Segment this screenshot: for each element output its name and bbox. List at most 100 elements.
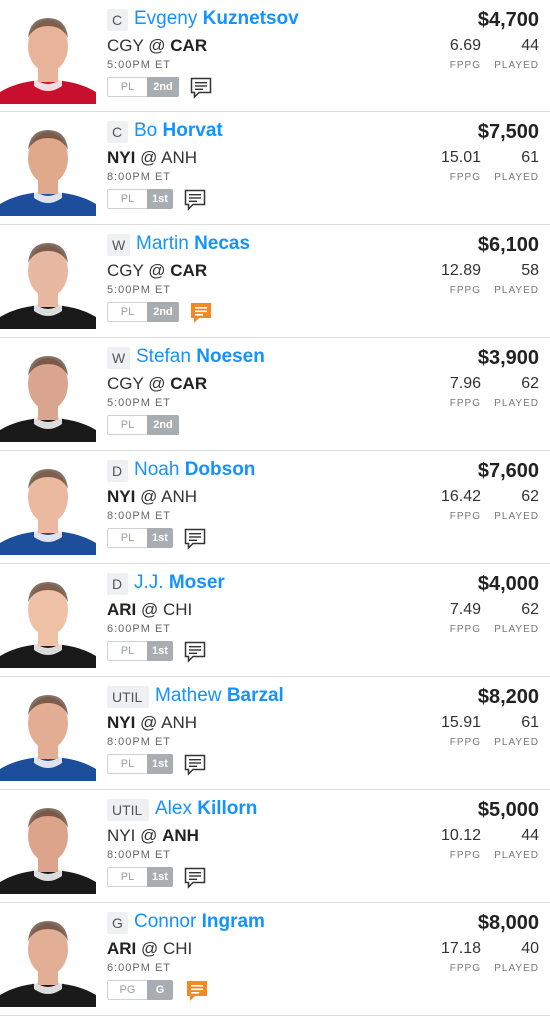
- fppg-value: 6.69: [449, 37, 481, 54]
- last-name: Moser: [168, 572, 225, 593]
- home-team: CAR: [170, 374, 208, 393]
- player-name[interactable]: J.J. Moser: [134, 570, 225, 596]
- player-row[interactable]: C Bo Horvat NYI @ ANH 8:00PM ET PL 1st $…: [0, 112, 550, 225]
- note-icon[interactable]: [183, 189, 207, 211]
- played-value: 44: [521, 37, 539, 54]
- salary: $6,100: [477, 234, 539, 256]
- played-label: PLAYED: [494, 624, 539, 635]
- last-name: Dobson: [184, 459, 256, 480]
- matchup: CGY @ CAR: [107, 36, 208, 55]
- note-icon[interactable]: [183, 528, 207, 550]
- game-time: 8:00PM ET: [107, 510, 172, 522]
- away-team: NYI: [107, 826, 136, 845]
- badge-left: PL: [107, 641, 147, 661]
- note-icon-active[interactable]: [185, 980, 209, 1002]
- badge-left: PL: [107, 415, 147, 435]
- home-team: CHI: [163, 600, 193, 619]
- player-headshot: [0, 346, 96, 442]
- position-badge: W: [107, 234, 130, 256]
- fppg-value: 10.12: [440, 827, 481, 844]
- played-value: 58: [521, 262, 539, 279]
- away-team: CGY: [107, 36, 144, 55]
- played-value: 62: [521, 601, 539, 618]
- first-name: Connor: [134, 911, 197, 932]
- first-name: Evgeny: [134, 8, 198, 29]
- game-time: 6:00PM ET: [107, 623, 172, 635]
- game-time: 6:00PM ET: [107, 962, 172, 974]
- player-name[interactable]: Connor Ingram: [134, 909, 265, 935]
- badge-left: PL: [107, 189, 147, 209]
- player-row[interactable]: UTIL Mathew Barzal NYI @ ANH 8:00PM ET P…: [0, 677, 550, 790]
- game-time: 8:00PM ET: [107, 849, 172, 861]
- played-value: 61: [521, 149, 539, 166]
- salary: $4,700: [477, 9, 539, 31]
- home-team: ANH: [162, 826, 199, 845]
- position-badge: D: [107, 573, 128, 595]
- player-name[interactable]: Noah Dobson: [134, 457, 255, 483]
- salary: $8,200: [477, 686, 539, 708]
- badge-left: PL: [107, 77, 147, 97]
- player-headshot: [0, 572, 96, 668]
- fppg-label: FPPG: [449, 398, 481, 409]
- note-icon[interactable]: [189, 77, 213, 99]
- lineup-badge: PL 1st: [107, 641, 173, 661]
- home-team: CAR: [170, 261, 208, 280]
- position-badge: D: [107, 460, 128, 482]
- player-name[interactable]: Bo Horvat: [134, 118, 223, 144]
- home-team: CHI: [163, 939, 193, 958]
- player-row[interactable]: D J.J. Moser ARI @ CHI 6:00PM ET PL 1st …: [0, 564, 550, 677]
- played-label: PLAYED: [494, 398, 539, 409]
- badge-right: G: [147, 980, 173, 1000]
- player-name[interactable]: Evgeny Kuznetsov: [134, 6, 299, 32]
- player-name[interactable]: Martin Necas: [136, 231, 250, 257]
- badge-left: PL: [107, 302, 147, 322]
- note-icon-active[interactable]: [189, 302, 213, 324]
- player-name[interactable]: Stefan Noesen: [136, 344, 265, 370]
- fppg-value: 16.42: [440, 488, 481, 505]
- player-name[interactable]: Alex Killorn: [155, 796, 257, 822]
- played-value: 40: [521, 940, 539, 957]
- first-name: Stefan: [136, 346, 191, 367]
- badge-right: 1st: [147, 754, 173, 774]
- away-team: CGY: [107, 374, 144, 393]
- note-icon[interactable]: [183, 641, 207, 663]
- played-value: 62: [521, 375, 539, 392]
- lineup-badge: PL 1st: [107, 528, 173, 548]
- last-name: Horvat: [162, 120, 223, 141]
- lineup-badge: PL 2nd: [107, 302, 179, 322]
- home-team: ANH: [161, 148, 198, 167]
- fppg-value: 7.49: [449, 601, 481, 618]
- note-icon[interactable]: [183, 754, 207, 776]
- home-team: ANH: [161, 713, 198, 732]
- badge-right: 1st: [147, 528, 173, 548]
- player-row[interactable]: D Noah Dobson NYI @ ANH 8:00PM ET PL 1st…: [0, 451, 550, 564]
- player-row[interactable]: W Stefan Noesen CGY @ CAR 5:00PM ET PL 2…: [0, 338, 550, 451]
- badge-right: 2nd: [147, 415, 179, 435]
- fppg-value: 12.89: [440, 262, 481, 279]
- home-team: CAR: [170, 36, 208, 55]
- badge-right: 1st: [147, 867, 173, 887]
- fppg-label: FPPG: [449, 285, 481, 296]
- player-row[interactable]: UTIL Alex Killorn NYI @ ANH 8:00PM ET PL…: [0, 790, 550, 903]
- matchup: NYI @ ANH: [107, 713, 198, 732]
- lineup-badge: PL 2nd: [107, 415, 179, 435]
- lineup-badge: PG G: [107, 980, 173, 1000]
- note-icon[interactable]: [183, 867, 207, 889]
- last-name: Kuznetsov: [202, 8, 299, 29]
- fppg-value: 15.01: [440, 149, 481, 166]
- fppg-label: FPPG: [449, 850, 481, 861]
- home-team: ANH: [161, 487, 198, 506]
- away-team: CGY: [107, 261, 144, 280]
- badge-left: PL: [107, 528, 147, 548]
- player-row[interactable]: C Evgeny Kuznetsov CGY @ CAR 5:00PM ET P…: [0, 0, 550, 112]
- player-row[interactable]: W Martin Necas CGY @ CAR 5:00PM ET PL 2n…: [0, 225, 550, 338]
- badge-left: PL: [107, 867, 147, 887]
- fppg-label: FPPG: [449, 172, 481, 183]
- first-name: Alex: [155, 798, 192, 819]
- player-row[interactable]: G Connor Ingram ARI @ CHI 6:00PM ET PG G…: [0, 903, 550, 1016]
- first-name: Mathew: [155, 685, 222, 706]
- player-name[interactable]: Mathew Barzal: [155, 683, 284, 709]
- matchup: NYI @ ANH: [107, 148, 198, 167]
- game-time: 8:00PM ET: [107, 171, 172, 183]
- salary: $5,000: [477, 799, 539, 821]
